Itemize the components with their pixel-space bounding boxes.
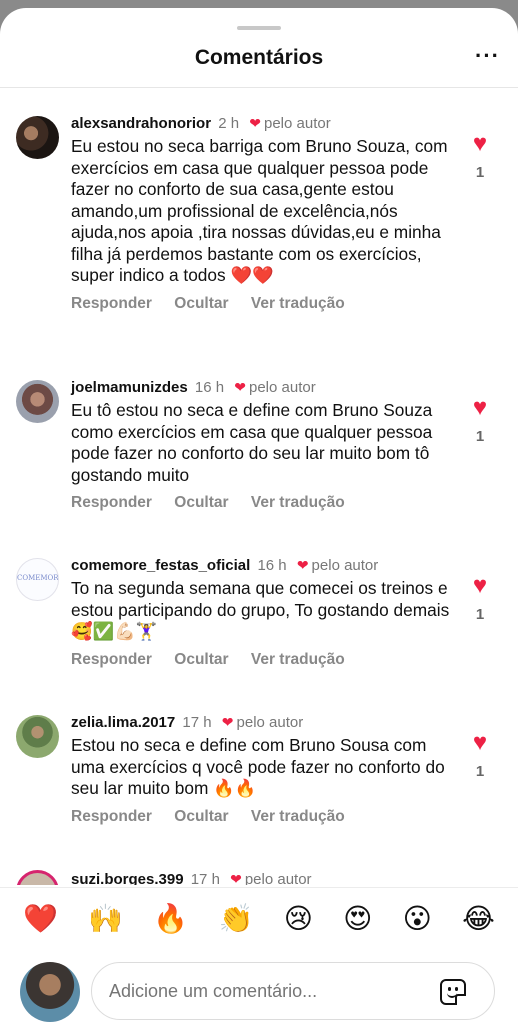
comments-sheet: Comentários ··· alexsandrahonorior 2 h ❤… bbox=[0, 8, 518, 1024]
translate-button[interactable]: Ver tradução bbox=[251, 494, 345, 511]
like-count: 1 bbox=[475, 164, 485, 181]
comment-time: 2 h bbox=[218, 115, 240, 132]
like-count: 1 bbox=[475, 428, 485, 445]
liked-by-author: pelo autor bbox=[248, 379, 316, 396]
comment-text: Eu tô estou no seca e define com Bruno S… bbox=[71, 400, 433, 485]
translate-button[interactable]: Ver tradução bbox=[251, 808, 345, 825]
liked-by-author: pelo autor bbox=[244, 871, 312, 885]
liked-by-author: pelo autor bbox=[311, 557, 379, 574]
heart-icon: ❤ bbox=[221, 714, 234, 730]
hide-button[interactable]: Ocultar bbox=[174, 494, 228, 511]
page-title: Comentários bbox=[194, 46, 324, 69]
emoji-heart[interactable]: ❤️ bbox=[23, 902, 58, 935]
like-heart-icon[interactable]: ♥ bbox=[468, 132, 492, 156]
comment-actions: Responder Ocultar Ver tradução bbox=[71, 651, 451, 669]
emoji-raised-hands[interactable]: 🙌 bbox=[88, 902, 123, 935]
liked-by-author: pelo autor bbox=[263, 115, 331, 132]
reply-button[interactable]: Responder bbox=[71, 808, 152, 825]
avatar-logo-text: COMEMORE bbox=[17, 574, 59, 582]
emoji-clap[interactable]: 👏 bbox=[219, 902, 254, 935]
like-heart-icon[interactable]: ♥ bbox=[468, 731, 492, 755]
quick-emoji-bar: ❤️ 🙌 🔥 👏 😢 😍 😮 😂 bbox=[0, 887, 518, 949]
comment-meta: alexsandrahonorior 2 h ❤ pelo autor bbox=[71, 114, 451, 133]
heart-icon: ❤ bbox=[296, 557, 309, 573]
sticker-icon[interactable] bbox=[440, 979, 466, 1005]
like-control: ♥ 1 bbox=[468, 396, 492, 446]
like-count: 1 bbox=[475, 763, 485, 780]
like-control: ♥ 1 bbox=[468, 574, 492, 624]
comment-time: 17 h bbox=[182, 714, 212, 731]
like-control: ♥ 1 bbox=[468, 731, 492, 781]
avatar[interactable]: COMEMORE bbox=[16, 558, 59, 601]
username[interactable]: suzi.borges.399 bbox=[71, 871, 184, 885]
comment-meta: comemore_festas_oficial 16 h ❤ pelo autor bbox=[71, 556, 451, 575]
comment-input[interactable] bbox=[91, 962, 495, 1020]
comment-meta: zelia.lima.2017 17 h ❤ pelo autor bbox=[71, 713, 451, 732]
drag-handle[interactable] bbox=[237, 26, 281, 30]
username[interactable]: joelmamunizdes bbox=[71, 379, 188, 396]
current-user-avatar[interactable] bbox=[20, 962, 80, 1022]
like-heart-icon[interactable]: ♥ bbox=[468, 574, 492, 598]
like-heart-icon[interactable]: ♥ bbox=[468, 396, 492, 420]
like-control: ♥ 1 bbox=[468, 132, 492, 182]
hide-button[interactable]: Ocultar bbox=[174, 651, 228, 668]
comment-time: 17 h bbox=[190, 871, 220, 885]
comment-actions: Responder Ocultar Ver tradução bbox=[71, 295, 451, 313]
comment-text: Estou no seca e define com Bruno Sousa c… bbox=[71, 735, 445, 798]
emoji-laughing[interactable]: 😂 bbox=[462, 902, 495, 935]
like-count: 1 bbox=[475, 606, 485, 623]
reply-button[interactable]: Responder bbox=[71, 651, 152, 668]
comment-text: To na segunda semana que comecei os trei… bbox=[71, 578, 450, 641]
more-options-icon[interactable]: ··· bbox=[475, 45, 500, 67]
translate-button[interactable]: Ver tradução bbox=[251, 295, 345, 312]
username[interactable]: comemore_festas_oficial bbox=[71, 557, 250, 574]
emoji-surprised[interactable]: 😮 bbox=[403, 902, 432, 935]
translate-button[interactable]: Ver tradução bbox=[251, 651, 345, 668]
avatar[interactable] bbox=[16, 870, 59, 885]
comment-actions: Responder Ocultar Ver tradução bbox=[71, 808, 451, 826]
comment-meta: suzi.borges.399 17 h ❤ pelo autor bbox=[71, 870, 451, 885]
username[interactable]: alexsandrahonorior bbox=[71, 115, 211, 132]
comment-actions: Responder Ocultar Ver tradução bbox=[71, 494, 451, 512]
avatar[interactable] bbox=[16, 715, 59, 758]
emoji-fire[interactable]: 🔥 bbox=[153, 902, 188, 935]
avatar[interactable] bbox=[16, 116, 59, 159]
comment-text: Eu estou no seca barriga com Bruno Souza… bbox=[71, 136, 448, 285]
comment-time: 16 h bbox=[257, 557, 287, 574]
liked-by-author: pelo autor bbox=[236, 714, 304, 731]
hide-button[interactable]: Ocultar bbox=[174, 808, 228, 825]
heart-icon: ❤ bbox=[249, 115, 261, 131]
emoji-crying[interactable]: 😢 bbox=[284, 902, 313, 935]
heart-icon: ❤ bbox=[234, 379, 246, 395]
heart-icon: ❤ bbox=[230, 871, 242, 885]
comment-list[interactable]: alexsandrahonorior 2 h ❤ pelo autor Eu es… bbox=[0, 88, 518, 885]
comment-composer bbox=[0, 954, 518, 1024]
comment-time: 16 h bbox=[194, 379, 225, 396]
reply-button[interactable]: Responder bbox=[71, 295, 152, 312]
emoji-heart-eyes[interactable]: 😍 bbox=[343, 902, 372, 935]
avatar[interactable] bbox=[16, 380, 59, 423]
reply-button[interactable]: Responder bbox=[71, 494, 152, 511]
comment-meta: joelmamunizdes 16 h ❤ pelo autor bbox=[71, 378, 451, 397]
hide-button[interactable]: Ocultar bbox=[174, 295, 228, 312]
username[interactable]: zelia.lima.2017 bbox=[71, 714, 175, 731]
